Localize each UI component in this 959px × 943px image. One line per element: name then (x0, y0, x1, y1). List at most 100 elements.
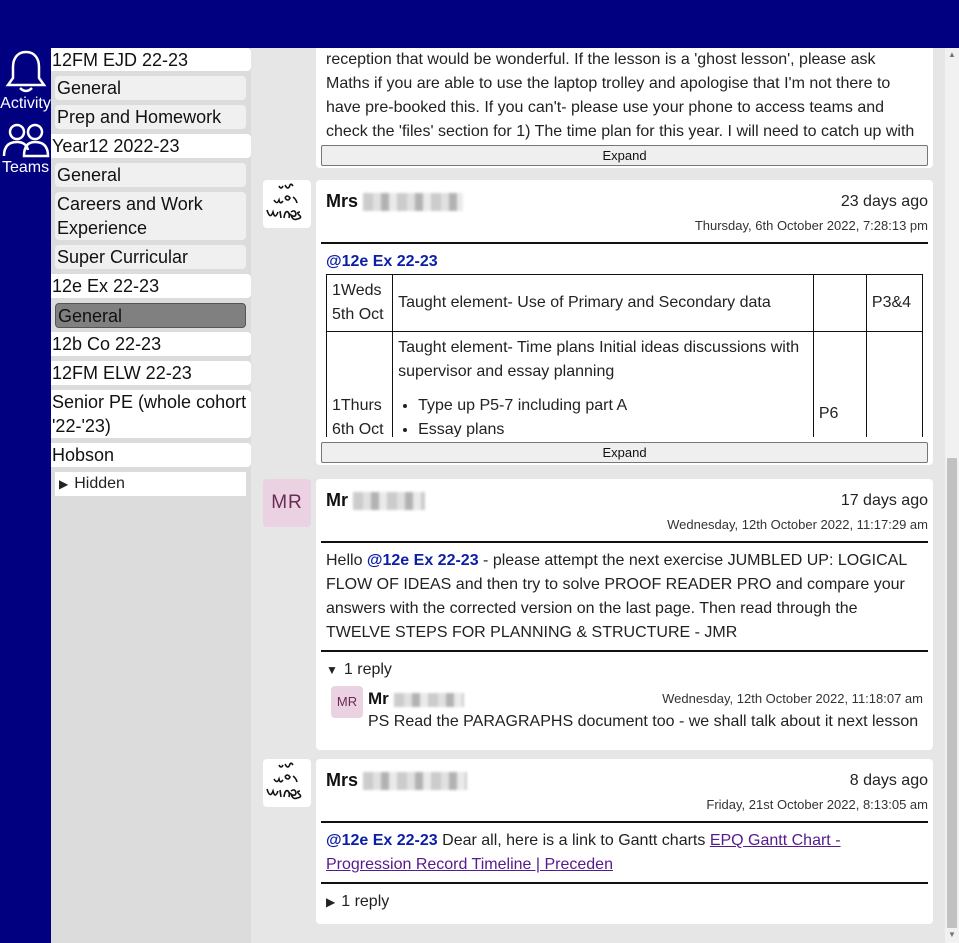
expand-button[interactable]: Expand (321, 145, 928, 166)
gantt-link[interactable]: EPQ Gantt Chart - (710, 832, 841, 849)
author-name: Mrs (326, 191, 464, 212)
replies-toggle[interactable]: ▶ 1 reply (326, 893, 389, 911)
scroll-thumb[interactable] (947, 458, 957, 928)
team-senior-pe[interactable]: Senior PE (whole cohort '22-'23) (51, 390, 251, 438)
divider (321, 821, 928, 823)
list-item: Essay plans (418, 418, 808, 437)
divider (321, 882, 928, 884)
post-timestamp: Thursday, 6th October 2022, 7:28:13 pm (694, 218, 928, 233)
activity-nav[interactable]: Activity (0, 48, 51, 113)
post-line: check the 'files' section for 1) The tim… (326, 123, 915, 140)
table-cell (865, 331, 924, 437)
reply-avatar: MR (331, 686, 363, 718)
redacted-name (363, 772, 468, 791)
gantt-link[interactable]: Progression Record Timeline | Preceden (326, 856, 613, 873)
scroll-down-icon[interactable]: ▼ (947, 930, 957, 940)
redacted-name (353, 492, 426, 511)
relative-time: 8 days ago (849, 772, 928, 789)
hidden-label: Hidden (74, 475, 125, 492)
author-name: Mr (326, 490, 426, 511)
table-row: 1Weds 5th Oct Taught element- Use of Prim… (325, 274, 924, 332)
post-line: Maths if you are able to use the laptop … (326, 75, 891, 92)
team-12b-co[interactable]: 12b Co 22-23 (51, 332, 251, 356)
post-card: Mr 17 days ago Wednesday, 12th October 2… (316, 479, 933, 750)
table-row: 1Thurs 6th Oct Taught element- Time plans… (325, 331, 924, 437)
post-line: reception that would be wonderful. If th… (326, 51, 876, 68)
mention[interactable]: @12e Ex 22-23 (326, 250, 926, 274)
team-hobson[interactable]: Hobson (51, 443, 251, 467)
table-cell: Taught element- Time plans Initial ideas… (392, 331, 814, 437)
feed-scrollbar[interactable]: ▲ ▼ (945, 48, 959, 943)
channel-super-curricular[interactable]: Super Curricular (55, 245, 246, 269)
scroll-up-icon[interactable]: ▲ (947, 50, 957, 60)
table-cell: 1Weds 5th Oct (325, 274, 394, 332)
post-line: Hello @12e Ex 22-23 - please attempt the… (326, 552, 908, 569)
caret-right-icon: ▶ (59, 477, 69, 491)
teams-label: Teams (1, 159, 50, 176)
activity-label: Activity (0, 95, 51, 112)
redacted-name (363, 193, 464, 212)
hidden-teams-toggle[interactable]: ▶ Hidden (55, 472, 246, 496)
divider (321, 541, 928, 543)
bell-icon (5, 50, 46, 93)
reply-text: PS Read the PARAGRAPHS document too - we… (368, 713, 919, 730)
relative-time: 23 days ago (840, 193, 928, 210)
post-card: Mrs 23 days ago Thursday, 6th October 20… (316, 180, 933, 465)
post-line: TWELVE STEPS FOR PLANNING & STRUCTURE - … (326, 624, 738, 641)
team-12e-ex[interactable]: 12e Ex 22-23 (51, 274, 251, 298)
post-timestamp: Wednesday, 12th October 2022, 11:17:29 a… (667, 517, 928, 532)
post-body: reception that would be wonderful. If th… (326, 48, 926, 144)
divider (321, 650, 928, 652)
caret-down-icon: ▼ (326, 663, 338, 677)
top-bar (0, 0, 959, 48)
table-cell: P6 (812, 331, 867, 437)
post-card: Mrs 8 days ago Friday, 21st October 2022… (316, 759, 933, 924)
caret-right-icon: ▶ (326, 895, 336, 909)
channel-careers[interactable]: Careers and Work Experience (55, 192, 246, 240)
people-icon (2, 123, 49, 158)
table-cell: Taught element- Use of Primary and Secon… (392, 274, 814, 332)
schedule-table: 1Weds 5th Oct Taught element- Use of Prim… (325, 274, 924, 437)
redacted-name (393, 692, 464, 707)
channel-general[interactable]: General (55, 76, 246, 100)
task-list: Type up P5-7 including part A Essay plan… (418, 394, 808, 437)
reply-timestamp: Wednesday, 12th October 2022, 11:18:07 a… (662, 691, 923, 706)
post-body: Hello @12e Ex 22-23 - please attempt the… (326, 549, 926, 645)
post-line: have pre-booked this. If you can't- plea… (326, 99, 885, 116)
divider (321, 242, 928, 244)
relative-time: 17 days ago (840, 492, 928, 509)
channel-general-active[interactable]: General (55, 303, 246, 328)
message-feed[interactable]: reception that would be wonderful. If th… (251, 48, 945, 943)
post-line: FLOW OF IDEAS and then try to solve PROO… (326, 576, 905, 593)
reply-author-name: Mr (368, 689, 464, 709)
wings-logo-icon (266, 183, 302, 221)
use-your-wings-avatar (263, 180, 311, 228)
table-cell (812, 274, 867, 332)
team-senior-pe-line2: '22-'23) (52, 416, 111, 436)
table-cell: 1Thurs 6th Oct (325, 331, 394, 437)
use-your-wings-avatar (263, 759, 311, 807)
expand-button[interactable]: Expand (321, 442, 928, 463)
channel-careers-line2: Experience (57, 218, 148, 238)
team-channel-list: 12FM EJD 22-23 General Prep and Homework… (51, 48, 251, 943)
table-cell: P3&4 (865, 274, 924, 332)
team-12fm-ejd[interactable]: 12FM EJD 22-23 (51, 48, 251, 71)
team-senior-pe-line1: Senior PE (whole cohort (52, 392, 247, 412)
post-body: @12e Ex 22-23 Dear all, here is a link t… (326, 832, 841, 873)
team-year12[interactable]: Year12 2022-23 (51, 134, 251, 158)
mention[interactable]: @12e Ex 22-23 (326, 832, 438, 849)
channel-general[interactable]: General (55, 163, 246, 187)
post-table-clip: 1Weds 5th Oct Taught element- Use of Prim… (316, 274, 933, 437)
author-name: Mrs (326, 770, 468, 791)
wings-logo-icon (266, 762, 302, 800)
list-item: Type up P5-7 including part A (418, 394, 808, 418)
teams-nav[interactable]: Teams (0, 122, 51, 177)
channel-careers-line1: Careers and Work (57, 194, 203, 214)
post-card: reception that would be wonderful. If th… (316, 48, 933, 168)
replies-toggle[interactable]: ▼ 1 reply (326, 661, 392, 679)
app-rail: Activity Teams (0, 48, 51, 943)
post-timestamp: Friday, 21st October 2022, 8:13:05 am (706, 797, 928, 812)
mention[interactable]: @12e Ex 22-23 (367, 552, 479, 569)
team-12fm-elw[interactable]: 12FM ELW 22-23 (51, 361, 251, 385)
channel-prep-homework[interactable]: Prep and Homework (55, 105, 246, 129)
